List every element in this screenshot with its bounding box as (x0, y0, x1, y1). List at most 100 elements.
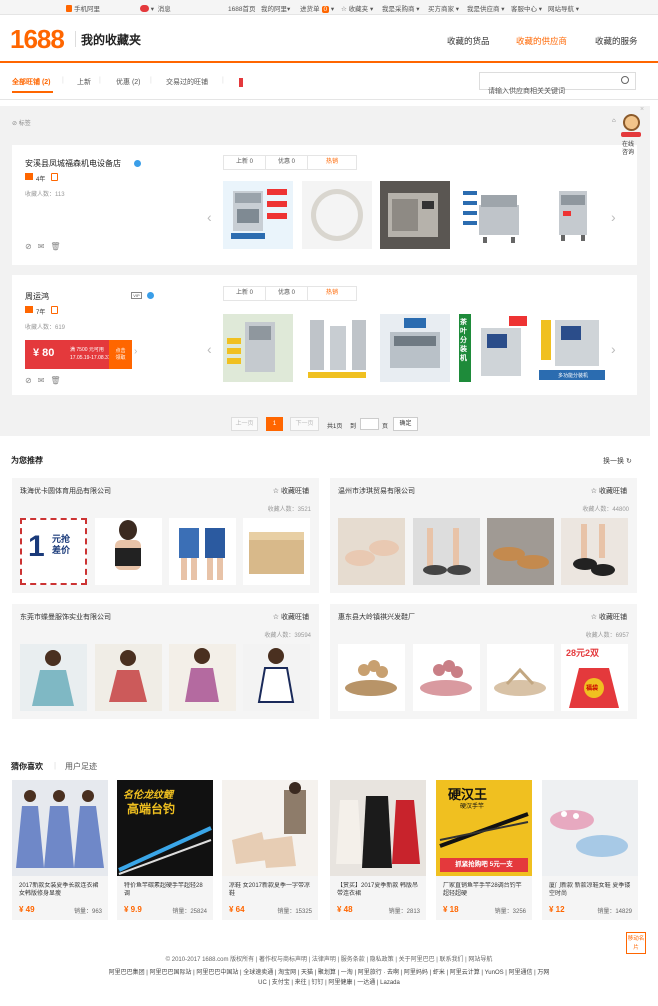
footer-partner-links[interactable]: UC | 支付宝 | 来往 | 钉钉 | 阿里健康 | 一达通 | Lazada (0, 977, 658, 986)
close-icon[interactable]: × (640, 106, 644, 113)
next-page-button[interactable]: 下一页 (290, 417, 319, 431)
product-card[interactable]: 名伦龙纹鲤 高端台钓 特价鱼竿碳素超硬手竿超轻28调 ¥ 9.9 销量：2582… (117, 780, 213, 920)
tab-hot-products[interactable]: 热销 (308, 156, 356, 169)
nav-favorites[interactable]: ☆ 收藏夹 ▾ (341, 3, 373, 13)
product-title[interactable]: 特价鱼竿碳素超硬手竿超轻28调 (124, 882, 208, 898)
tag-filter[interactable]: ⊘ 标签 (12, 118, 31, 127)
current-page[interactable]: 1 (266, 417, 283, 431)
product-image[interactable] (12, 780, 108, 876)
shop-name[interactable]: 惠东县大岭镇祺兴发鞋厂 (338, 612, 415, 622)
nav-fav-suppliers[interactable]: 收藏的供应商 (516, 35, 567, 47)
footer-copyright[interactable]: © 2010-2017 1688.com 版权所有 | 著作权与商标声明 | 法… (0, 954, 658, 963)
nav-my-ali[interactable]: 我的阿里▾ (261, 3, 290, 13)
product-title[interactable]: 厂家直销鱼竿手竿28调台钓竿超轻超硬 (443, 882, 527, 898)
confirm-page-button[interactable]: 确定 (393, 417, 418, 431)
tab-discount-products[interactable]: 优惠 0 (266, 287, 309, 300)
page-number-input[interactable] (360, 418, 379, 430)
product-image[interactable] (223, 181, 293, 249)
nav-fav-goods[interactable]: 收藏的货品 (447, 35, 490, 47)
product-image[interactable] (459, 181, 529, 249)
nav-buyer-merchant[interactable]: 买方商家 ▾ (428, 3, 459, 13)
nav-supplier[interactable]: 我是供应商 ▾ (467, 3, 505, 13)
product-card[interactable]: 2017新款女装夏季长款连衣裙女韩版修身显瘦 ¥ 49 销量：963 (12, 780, 108, 920)
product-image[interactable] (302, 314, 372, 382)
product-image[interactable] (487, 644, 554, 711)
product-card[interactable]: 厦门新款 新款凉鞋女鞋 夏季镂空时尚 ¥ 12 销量：14829 (542, 780, 638, 920)
delete-icon[interactable]: 🗑 (50, 242, 66, 251)
coupon-next-icon[interactable]: › (134, 346, 137, 357)
nav-fav-services[interactable]: 收藏的服务 (595, 35, 638, 47)
nav-buyer[interactable]: 我是采购商 ▾ (382, 3, 420, 13)
edit-tag-icon[interactable]: ⊘ (25, 376, 38, 385)
tab-browse-history[interactable]: 用户足迹 (65, 761, 97, 772)
mobile-card-button[interactable]: 移动名片 (626, 932, 646, 954)
product-image[interactable] (169, 644, 236, 711)
footer-group-links[interactable]: 阿里巴巴集团 | 阿里巴巴国际站 | 阿里巴巴中国站 | 全球速卖通 | 淘宝网… (0, 967, 658, 976)
product-image[interactable] (413, 518, 480, 585)
share-icon[interactable]: ✉ (38, 242, 51, 251)
search-icon[interactable] (621, 76, 629, 84)
tab-guess-you-like[interactable]: 猜你喜欢 (11, 761, 43, 772)
shop-name[interactable]: 东莞市蝶曼服饰实业有限公司 (20, 612, 111, 622)
product-image[interactable] (380, 314, 450, 382)
product-image[interactable]: 多功能分装机 (537, 314, 607, 382)
share-icon[interactable]: ✉ (38, 376, 51, 385)
claim-coupon-button[interactable]: 点击 领取 (109, 340, 132, 369)
supplier-name[interactable]: 周运鸿 (25, 291, 49, 302)
product-image[interactable]: 名伦龙纹鲤 高端台钓 (117, 780, 213, 876)
coupon[interactable]: ¥ 80 满 7500 元可用 17.05.19-17.08.31 点击 领取 (25, 340, 132, 369)
product-image[interactable] (20, 644, 87, 711)
prev-arrow-icon[interactable]: ‹ (207, 341, 212, 357)
tab-new-products[interactable]: 上新 0 (224, 287, 267, 300)
tab-hot-products[interactable]: 热销 (308, 287, 356, 300)
fav-shop-button[interactable]: ☆ 收藏旺铺 (591, 612, 627, 622)
logo[interactable]: 1688 (10, 24, 65, 54)
product-image[interactable] (330, 780, 426, 876)
tab-new[interactable]: 上新 (77, 77, 91, 87)
delete-icon[interactable]: 🗑 (50, 376, 66, 385)
product-image[interactable] (243, 518, 310, 585)
product-image[interactable] (95, 518, 162, 585)
product-image[interactable] (413, 644, 480, 711)
supplier-name[interactable]: 安溪县凤城福森机电设备店 (25, 158, 121, 169)
product-image[interactable]: 茶叶分装机 (459, 314, 529, 382)
product-image[interactable] (561, 518, 628, 585)
fav-shop-button[interactable]: ☆ 收藏旺铺 (273, 486, 309, 496)
product-image[interactable]: 28元2双 福袋 (561, 644, 628, 711)
product-image[interactable] (338, 518, 405, 585)
nav-cart[interactable]: 进货单 0 ▾ (300, 3, 334, 13)
product-image[interactable] (95, 644, 162, 711)
product-image[interactable]: 硬汉王 硬汉手竿 抓紧抢购吧 5元一支 (436, 780, 532, 876)
prev-page-button[interactable]: 上一页 (231, 417, 258, 431)
tab-discount-products[interactable]: 优惠 0 (266, 156, 309, 169)
tab-all-shops[interactable]: 全部旺铺 (2) (12, 77, 51, 87)
next-arrow-icon[interactable]: › (611, 209, 616, 225)
shop-name[interactable]: 温州市涉琪贸易有限公司 (338, 486, 415, 496)
search-input[interactable]: 请输入供应商相关关键词 (479, 72, 636, 95)
product-card[interactable]: 凉鞋 女2017新款夏季一字带凉鞋 ¥ 64 销量：15325 (222, 780, 318, 920)
nav-home[interactable]: 1688首页 (228, 3, 255, 13)
product-image[interactable] (169, 518, 236, 585)
tab-new-products[interactable]: 上新 0 (224, 156, 267, 169)
product-image[interactable] (302, 181, 372, 249)
product-image[interactable]: 1 元抢 差价 (20, 518, 87, 585)
next-arrow-icon[interactable]: › (611, 341, 616, 357)
product-title[interactable]: 凉鞋 女2017新款夏季一字带凉鞋 (229, 882, 313, 898)
online-service-widget[interactable]: 在线 咨询 (618, 112, 644, 156)
nav-service[interactable]: 客服中心 ▾ (511, 3, 542, 13)
fav-shop-button[interactable]: ☆ 收藏旺铺 (591, 486, 627, 496)
product-title[interactable]: 【赏买】2017夏季新款 韩版吊带连衣裙 (337, 882, 421, 898)
tag-settings-icon[interactable]: ⌂ (612, 118, 616, 124)
mobile-link[interactable]: 手机阿里 (66, 3, 100, 13)
product-image[interactable] (380, 181, 450, 249)
refresh-button[interactable]: 换一换 ↻ (603, 456, 632, 466)
product-image[interactable] (487, 518, 554, 585)
product-card[interactable]: 硬汉王 硬汉手竿 抓紧抢购吧 5元一支 厂家直销鱼竿手竿28调台钓竿超轻超硬 ¥… (436, 780, 532, 920)
shop-name[interactable]: 珠海优卡圆体育用品有限公司 (20, 486, 111, 496)
tab-discount[interactable]: 优惠 (2) (116, 77, 141, 87)
message-link[interactable]: ▾ 消息 (140, 3, 171, 13)
product-title[interactable]: 厦门新款 新款凉鞋女鞋 夏季镂空时尚 (549, 882, 633, 898)
fav-shop-button[interactable]: ☆ 收藏旺铺 (273, 612, 309, 622)
nav-sitemap[interactable]: 网站导航 ▾ (548, 3, 579, 13)
product-image[interactable] (223, 314, 293, 382)
